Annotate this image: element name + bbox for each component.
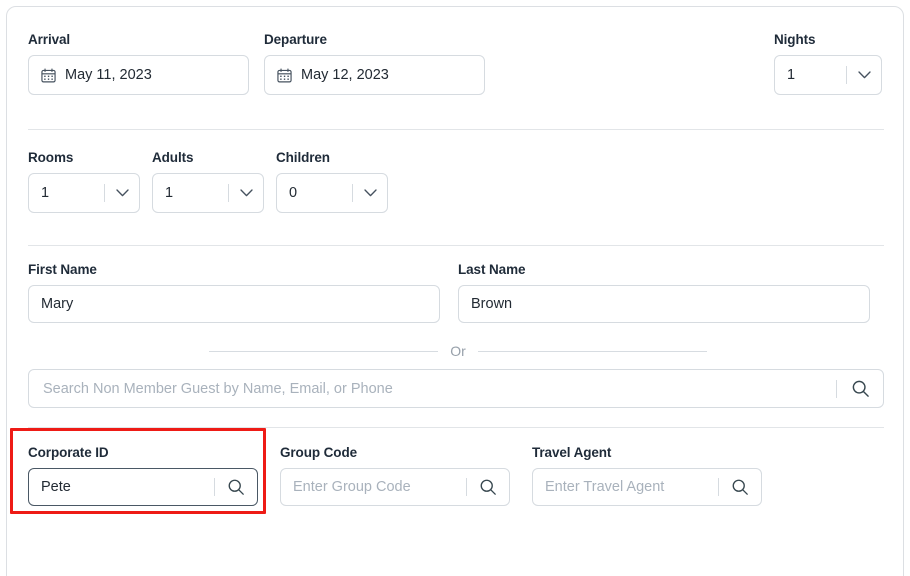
non-member-search-row: Search Non Member Guest by Name, Email, … xyxy=(28,369,884,408)
children-label: Children xyxy=(276,150,388,166)
departure-field-group: Departure May 12 xyxy=(264,32,485,95)
corporate-id-value: Pete xyxy=(41,478,214,496)
first-name-input[interactable]: Mary xyxy=(28,285,440,323)
children-field-group: Children 0 xyxy=(276,150,388,213)
adults-select[interactable]: 1 xyxy=(152,173,264,213)
arrival-date-input[interactable]: May 11, 2023 xyxy=(28,55,249,95)
adults-value: 1 xyxy=(165,184,228,202)
last-name-input[interactable]: Brown xyxy=(458,285,870,323)
last-name-value: Brown xyxy=(471,295,512,313)
travel-agent-label: Travel Agent xyxy=(532,445,762,461)
children-select[interactable]: 0 xyxy=(276,173,388,213)
divider-occupancy xyxy=(28,245,884,246)
travel-agent-field-group: Travel Agent Enter Travel Agent xyxy=(532,445,762,506)
divider-search xyxy=(28,427,884,428)
divider-dates xyxy=(28,129,884,130)
children-value: 0 xyxy=(289,184,352,202)
group-code-label: Group Code xyxy=(280,445,510,461)
form-inner: Arrival May 11, xyxy=(7,7,905,576)
nights-label: Nights xyxy=(774,32,882,48)
or-label: Or xyxy=(438,343,478,359)
group-code-field-group: Group Code Enter Group Code xyxy=(280,445,510,506)
corporate-id-label: Corporate ID xyxy=(28,445,258,461)
arrival-label: Arrival xyxy=(28,32,249,48)
rooms-value: 1 xyxy=(41,184,104,202)
departure-date-value: May 12, 2023 xyxy=(301,66,389,84)
group-code-input[interactable]: Enter Group Code xyxy=(280,468,510,506)
search-icon[interactable] xyxy=(837,370,883,407)
chevron-down-icon[interactable] xyxy=(105,189,139,197)
last-name-field-group: Last Name Brown xyxy=(458,262,870,323)
nights-select[interactable]: 1 xyxy=(774,55,882,95)
travel-agent-placeholder: Enter Travel Agent xyxy=(545,478,718,496)
or-divider: Or xyxy=(28,343,888,359)
chevron-down-icon[interactable] xyxy=(229,189,263,197)
rooms-field-group: Rooms 1 xyxy=(28,150,140,213)
departure-label: Departure xyxy=(264,32,485,48)
chevron-down-icon[interactable] xyxy=(353,189,387,197)
search-icon[interactable] xyxy=(215,469,257,505)
first-name-label: First Name xyxy=(28,262,440,278)
calendar-icon xyxy=(277,68,292,83)
departure-date-input[interactable]: May 12, 2023 xyxy=(264,55,485,95)
last-name-label: Last Name xyxy=(458,262,870,278)
group-code-placeholder: Enter Group Code xyxy=(293,478,466,496)
adults-label: Adults xyxy=(152,150,264,166)
first-name-value: Mary xyxy=(41,295,73,313)
corporate-id-input[interactable]: Pete xyxy=(28,468,258,506)
non-member-search-placeholder: Search Non Member Guest by Name, Email, … xyxy=(43,380,836,398)
rooms-label: Rooms xyxy=(28,150,140,166)
calendar-icon xyxy=(41,68,56,83)
search-icon[interactable] xyxy=(467,469,509,505)
corporate-id-field-group: Corporate ID Pete xyxy=(28,445,258,506)
form-card: Arrival May 11, xyxy=(6,6,904,576)
adults-field-group: Adults 1 xyxy=(152,150,264,213)
rooms-select[interactable]: 1 xyxy=(28,173,140,213)
nights-value: 1 xyxy=(787,66,846,84)
or-line-right xyxy=(478,351,707,352)
arrival-field-group: Arrival May 11, xyxy=(28,32,249,95)
arrival-date-value: May 11, 2023 xyxy=(65,66,152,84)
non-member-search-input[interactable]: Search Non Member Guest by Name, Email, … xyxy=(28,369,884,408)
search-icon[interactable] xyxy=(719,469,761,505)
nights-field-group: Nights 1 xyxy=(774,32,882,95)
first-name-field-group: First Name Mary xyxy=(28,262,440,323)
reservation-search-page: Arrival May 11, xyxy=(0,0,910,576)
chevron-down-icon[interactable] xyxy=(847,71,881,79)
or-line-left xyxy=(209,351,438,352)
travel-agent-input[interactable]: Enter Travel Agent xyxy=(532,468,762,506)
